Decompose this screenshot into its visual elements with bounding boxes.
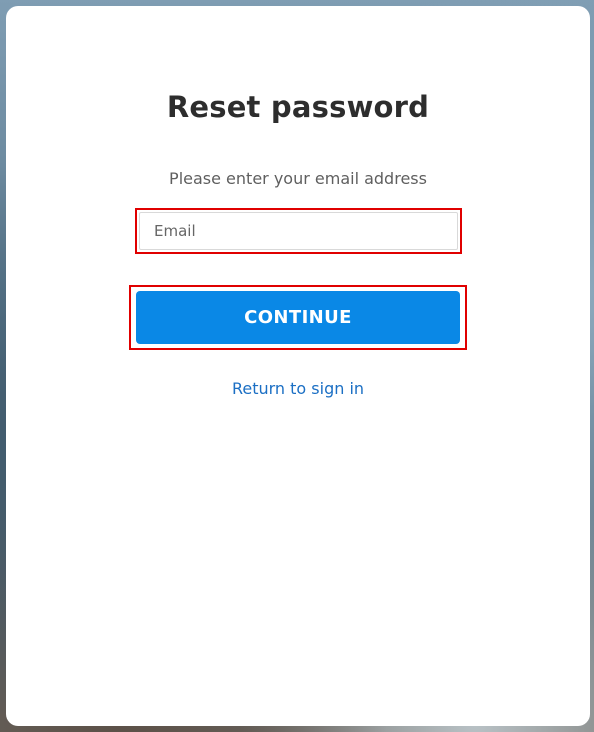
reset-password-card: Reset password Please enter your email a… [6, 6, 590, 726]
return-to-sign-in-link[interactable]: Return to sign in [6, 379, 590, 398]
continue-button[interactable]: CONTINUE [136, 291, 460, 344]
email-field[interactable] [139, 212, 458, 250]
page-title: Reset password [166, 90, 430, 124]
page-subtitle: Please enter your email address [169, 169, 427, 188]
